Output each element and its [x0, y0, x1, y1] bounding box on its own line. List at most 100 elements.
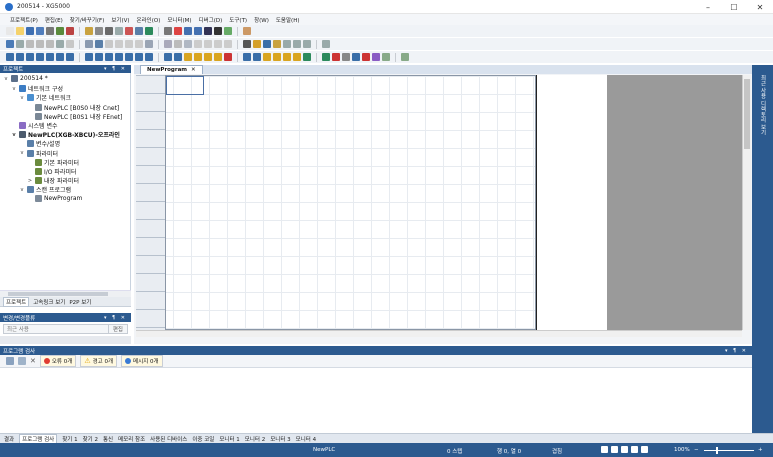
tree-node[interactable]: 기본 파라미터: [27, 158, 79, 167]
tree-expander-icon[interactable]: v: [19, 95, 25, 101]
toolbar-button-icon[interactable]: [85, 53, 93, 61]
menu-tools[interactable]: 도구(T): [229, 16, 247, 24]
toolbar-button-icon[interactable]: [243, 53, 251, 61]
tree-expander-icon[interactable]: v: [19, 150, 25, 156]
check-options-icon[interactable]: [18, 357, 26, 365]
maximize-button[interactable]: ☐: [721, 0, 747, 14]
history-panel-controls[interactable]: ▾ ¶ ✕: [104, 315, 127, 321]
bottom-tab[interactable]: 찾기 1: [62, 435, 77, 443]
toolbar-button-icon[interactable]: [401, 53, 409, 61]
zoom-slider[interactable]: [704, 450, 754, 451]
bottom-tab[interactable]: 프로그램 검사: [19, 433, 58, 444]
toolbar-button-icon[interactable]: [204, 40, 212, 48]
menu-find-replace[interactable]: 찾기/바꾸기(F): [70, 16, 105, 24]
menu-window[interactable]: 창(W): [254, 16, 269, 24]
toolbar-button-icon[interactable]: [372, 53, 380, 61]
bottom-tab[interactable]: 찾기 2: [83, 435, 98, 443]
check-run-icon[interactable]: [6, 357, 14, 365]
toolbar-button-icon[interactable]: [125, 27, 133, 35]
toolbar-button-icon[interactable]: [214, 53, 222, 61]
bottom-tab[interactable]: 모니터 2: [245, 435, 265, 443]
tree-node[interactable]: NewPLC [B0S0 내장 Cnet]: [27, 103, 119, 112]
warnings-filter-button[interactable]: ⚠ 경고 0개: [80, 355, 118, 367]
toolbar-button-icon[interactable]: [303, 40, 311, 48]
toolbar-button-icon[interactable]: [46, 27, 54, 35]
toolbar-button-icon[interactable]: [66, 40, 74, 48]
toolbar-button-icon[interactable]: [243, 27, 251, 35]
toolbar-button-icon[interactable]: [105, 27, 113, 35]
bottom-tab[interactable]: 모니터 4: [296, 435, 316, 443]
toolbar-button-icon[interactable]: [164, 27, 172, 35]
toolbar-button-icon[interactable]: [135, 27, 143, 35]
toolbar-button-icon[interactable]: [56, 40, 64, 48]
toolbar-button-icon[interactable]: [145, 27, 153, 35]
bottom-tab[interactable]: 결과: [4, 435, 14, 443]
toolbar-button-icon[interactable]: [352, 53, 360, 61]
toolbar-button-icon[interactable]: [283, 40, 291, 48]
project-panel-controls[interactable]: ▾ ¶ ✕: [104, 66, 127, 72]
toolbar-button-icon[interactable]: [6, 27, 14, 35]
history-select[interactable]: 최근 사용 편집: [3, 324, 128, 334]
tab-p2p[interactable]: P2P 보기: [69, 298, 91, 306]
toolbar-button-icon[interactable]: [16, 27, 24, 35]
toolbar-button-icon[interactable]: [36, 27, 44, 35]
minimize-button[interactable]: –: [695, 0, 721, 14]
toolbar-button-icon[interactable]: [125, 53, 133, 61]
tree-node[interactable]: v 파라미터: [19, 149, 58, 158]
toolbar-button-icon[interactable]: [362, 53, 370, 61]
toolbar-button-icon[interactable]: [105, 40, 113, 48]
view-4-icon[interactable]: [631, 446, 638, 453]
toolbar-button-icon[interactable]: [322, 53, 330, 61]
menu-help[interactable]: 도움말(H): [276, 16, 300, 24]
editor-vscroll[interactable]: [742, 75, 751, 330]
toolbar-button-icon[interactable]: [194, 40, 202, 48]
toolbar-button-icon[interactable]: [36, 53, 44, 61]
tree-expander-icon[interactable]: v: [11, 132, 17, 138]
toolbar-button-icon[interactable]: [125, 40, 133, 48]
tree-node[interactable]: 시스템 변수: [11, 121, 58, 130]
bottom-tab[interactable]: 모니터 1: [219, 435, 239, 443]
toolbar-button-icon[interactable]: [16, 40, 24, 48]
toolbar-button-icon[interactable]: [174, 53, 182, 61]
tree-expander-icon[interactable]: v: [3, 76, 9, 82]
toolbar-button-icon[interactable]: [382, 53, 390, 61]
tree-node[interactable]: > 내장 파라미터: [27, 176, 79, 185]
tree-expander-icon[interactable]: v: [11, 86, 17, 92]
toolbar-button-icon[interactable]: [135, 53, 143, 61]
menu-view[interactable]: 보기(V): [111, 16, 129, 24]
toolbar-button-icon[interactable]: [16, 53, 24, 61]
toolbar-button-icon[interactable]: [46, 53, 54, 61]
vscroll-thumb[interactable]: [744, 79, 750, 149]
tree-expander-icon[interactable]: v: [19, 187, 25, 193]
menu-monitor[interactable]: 모니터(M): [167, 16, 191, 24]
editor-tab-close-icon[interactable]: ✕: [191, 67, 196, 73]
toolbar-button-icon[interactable]: [263, 40, 271, 48]
bottom-tab[interactable]: 이중 코일: [192, 435, 214, 443]
toolbar-button-icon[interactable]: [332, 53, 340, 61]
toolbar-button-icon[interactable]: [194, 27, 202, 35]
view-3-icon[interactable]: [621, 446, 628, 453]
menu-project[interactable]: 프로젝트(P): [10, 16, 38, 24]
toolbar-button-icon[interactable]: [135, 40, 143, 48]
toolbar-button-icon[interactable]: [293, 53, 301, 61]
check-panel-controls[interactable]: ▾ ¶ ✕: [725, 348, 748, 354]
toolbar-button-icon[interactable]: [115, 53, 123, 61]
tab-newprogram[interactable]: NewProgram ✕: [140, 65, 203, 74]
toolbar-button-icon[interactable]: [26, 40, 34, 48]
toolbar-button-icon[interactable]: [184, 27, 192, 35]
toolbar-button-icon[interactable]: [224, 27, 232, 35]
close-window-button[interactable]: ✕: [747, 0, 773, 14]
messages-filter-button[interactable]: 메시지 0개: [121, 355, 163, 367]
bottom-tab[interactable]: 통신: [103, 435, 113, 443]
bottom-tab[interactable]: 메모리 참조: [118, 435, 145, 443]
toolbar-button-icon[interactable]: [283, 53, 291, 61]
view-2-icon[interactable]: [611, 446, 618, 453]
editor-hscroll[interactable]: [136, 330, 742, 337]
toolbar-button-icon[interactable]: [95, 40, 103, 48]
ladder-grid[interactable]: [136, 75, 536, 330]
toolbar-button-icon[interactable]: [263, 53, 271, 61]
toolbar-button-icon[interactable]: [145, 53, 153, 61]
toolbar-button-icon[interactable]: [303, 53, 311, 61]
toolbar-button-icon[interactable]: [273, 53, 281, 61]
toolbar-button-icon[interactable]: [66, 53, 74, 61]
